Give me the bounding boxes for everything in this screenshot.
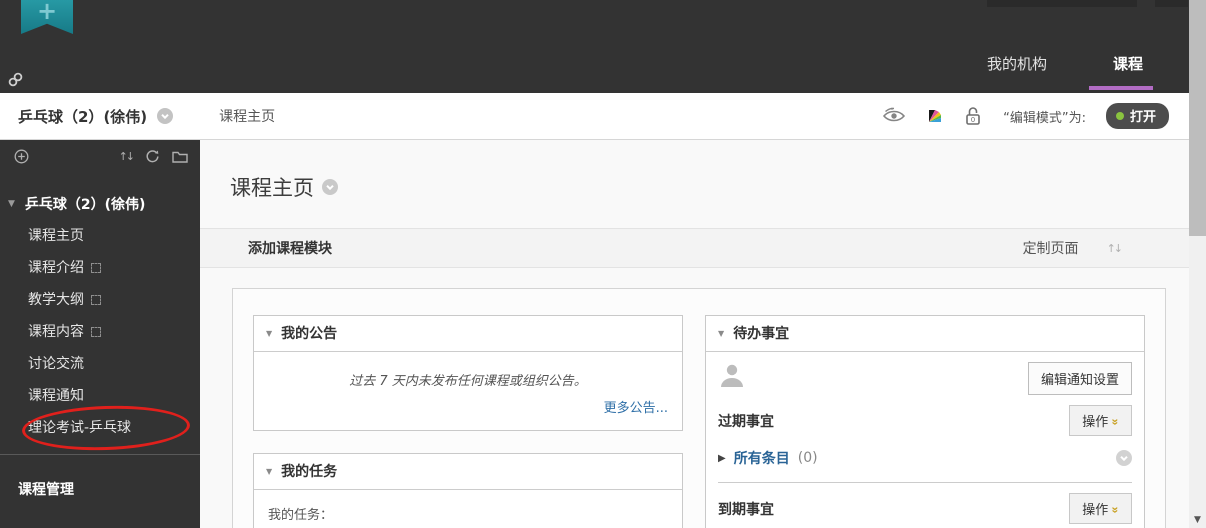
overdue-action-button[interactable]: 操作» <box>1069 405 1132 436</box>
overdue-header: 过期事宜 <box>718 411 774 431</box>
unlock-icon[interactable]: 0 <box>963 106 983 126</box>
module-body: 编辑通知设置 过期事宜 操作» ▶ 所有条目 (0) <box>706 352 1144 528</box>
course-menu-sidebar: ↑↓ ▼ 乒乓球（2）(徐伟) 课程主页 课程介绍 教学大纲 课程内容 讨论交流… <box>0 140 200 528</box>
sidebar-item-course-home[interactable]: 课程主页 <box>28 220 200 252</box>
modules-panel: ▼ 我的公告 过去 7 天内未发布任何课程或组织公告。 更多公告... ▼ 我的… <box>232 288 1166 528</box>
scrollbar-down-arrow-icon[interactable]: ▼ <box>1189 515 1206 525</box>
course-menu-list: 课程主页 课程介绍 教学大纲 课程内容 讨论交流 课程通知 理论考试-乒乓球 <box>0 220 200 444</box>
reorder-icon[interactable]: ↑↓ <box>119 150 133 163</box>
top-header-bar: + 我的机构 课程 <box>0 0 1189 93</box>
sidebar-item-discussion[interactable]: 讨论交流 <box>28 348 200 380</box>
module-body: 我的任务： 没有到期任务 <box>254 490 682 528</box>
edit-mode-controls: 0 “编辑模式”为: 打开 <box>881 93 1169 139</box>
sidebar-item-announcements[interactable]: 课程通知 <box>28 380 200 412</box>
tab-my-institution[interactable]: 我的机构 <box>987 53 1047 74</box>
page-title: 课程主页 <box>230 172 314 202</box>
add-course-module-button[interactable]: 添加课程模块 <box>248 238 332 258</box>
theme-palette-icon[interactable] <box>927 108 943 124</box>
todo-divider <box>718 482 1132 483</box>
chevron-down-circle-icon[interactable] <box>322 179 338 195</box>
sidebar-item-course-intro[interactable]: 课程介绍 <box>28 252 200 284</box>
chevron-down-circle-icon[interactable] <box>1116 450 1132 466</box>
course-management-header: 课程管理 <box>18 479 200 499</box>
all-items-count: (0) <box>798 450 818 466</box>
course-menu-toolbar: ↑↓ <box>0 140 200 164</box>
collapse-triangle-icon: ▼ <box>266 467 272 476</box>
edit-mode-state: 打开 <box>1130 106 1156 125</box>
cropped-button-edge <box>1155 0 1188 7</box>
collapse-triangle-icon: ▼ <box>266 329 272 338</box>
hidden-content-icon <box>91 295 101 305</box>
user-avatar-icon <box>718 362 746 387</box>
vertical-scrollbar[interactable]: ▼ <box>1189 0 1206 528</box>
customize-page-button[interactable]: 定制页面 <box>1023 238 1079 258</box>
main-content: 课程主页 添加课程模块 定制页面 ↑↓ ▼ 我的公告 过去 7 天内未发布任何课… <box>200 140 1189 528</box>
modules-column-right: ▼ 待办事宜 编辑通知设置 过期事宜 <box>705 315 1145 528</box>
module-header[interactable]: ▼ 待办事宜 <box>706 316 1144 352</box>
scrollbar-thumb[interactable] <box>1189 0 1206 236</box>
collapse-triangle-icon: ▼ <box>718 329 724 338</box>
sidebar-divider <box>0 454 200 455</box>
breadcrumb: 乒乓球（2）(徐伟) 课程主页 <box>18 93 275 139</box>
toggle-on-dot-icon <box>1116 112 1124 120</box>
due-action-button[interactable]: 操作» <box>1069 493 1132 524</box>
all-items-link[interactable]: 所有条目 <box>734 448 790 468</box>
double-chevron-down-icon: » <box>1109 507 1123 514</box>
student-preview-icon[interactable] <box>881 107 907 125</box>
top-navigation: 我的机构 课程 <box>987 53 1143 74</box>
module-header[interactable]: ▼ 我的公告 <box>254 316 682 352</box>
sidebar-item-syllabus[interactable]: 教学大纲 <box>28 284 200 316</box>
svg-text:0: 0 <box>971 116 975 124</box>
todo-module: ▼ 待办事宜 编辑通知设置 过期事宜 <box>705 315 1145 528</box>
modules-column-left: ▼ 我的公告 过去 7 天内未发布任何课程或组织公告。 更多公告... ▼ 我的… <box>253 315 683 528</box>
sidebar-course-header[interactable]: ▼ 乒乓球（2）(徐伟) <box>8 194 200 214</box>
module-header[interactable]: ▼ 我的任务 <box>254 454 682 490</box>
hidden-content-icon <box>91 327 101 337</box>
module-body: 过去 7 天内未发布任何课程或组织公告。 更多公告... <box>254 352 682 430</box>
my-tasks-label: 我的任务： <box>268 504 668 523</box>
page-heading: 课程主页 <box>230 172 338 202</box>
refresh-icon[interactable] <box>145 149 160 164</box>
module-toolbar: 添加课程模块 定制页面 ↑↓ <box>200 228 1189 268</box>
expand-triangle-icon[interactable]: ▶ <box>718 453 726 464</box>
sidebar-item-theory-exam[interactable]: 理论考试-乒乓球 <box>28 412 200 444</box>
folder-icon[interactable] <box>172 150 188 163</box>
plus-icon: + <box>37 0 57 22</box>
edit-notification-settings-button[interactable]: 编辑通知设置 <box>1028 362 1132 395</box>
chevron-down-circle-icon[interactable] <box>157 108 173 124</box>
hidden-content-icon <box>91 263 101 273</box>
course-action-bar: 乒乓球（2）(徐伟) 课程主页 <box>0 93 1189 140</box>
my-tasks-module: ▼ 我的任务 我的任务： 没有到期任务 <box>253 453 683 528</box>
my-announcements-module: ▼ 我的公告 过去 7 天内未发布任何课程或组织公告。 更多公告... <box>253 315 683 431</box>
due-header: 到期事宜 <box>718 499 774 519</box>
more-announcements-link[interactable]: 更多公告... <box>604 401 668 416</box>
cropped-search-box-edge <box>987 0 1137 7</box>
add-menu-item-icon[interactable] <box>14 149 29 164</box>
edit-mode-toggle[interactable]: 打开 <box>1106 103 1169 129</box>
edit-mode-label: “编辑模式”为: <box>1003 107 1086 126</box>
no-announcements-text: 过去 7 天内未发布任何课程或组织公告。 <box>268 370 668 389</box>
double-chevron-down-icon: » <box>1109 419 1123 426</box>
collapse-triangle-icon: ▼ <box>8 199 15 209</box>
sidebar-item-course-content[interactable]: 课程内容 <box>28 316 200 348</box>
sidebar-course-title: 乒乓球（2）(徐伟) <box>25 194 146 214</box>
quick-links-icon[interactable] <box>8 72 23 87</box>
breadcrumb-course-title[interactable]: 乒乓球（2）(徐伟) <box>18 106 147 127</box>
tab-courses[interactable]: 课程 <box>1113 53 1143 74</box>
blackboard-course-page: { "header": { "nav": [ { "label": "我的机构"… <box>0 0 1206 528</box>
reorder-modules-icon[interactable]: ↑↓ <box>1107 242 1121 255</box>
add-bookmark-icon[interactable]: + <box>21 0 73 34</box>
breadcrumb-page-label: 课程主页 <box>219 106 275 126</box>
